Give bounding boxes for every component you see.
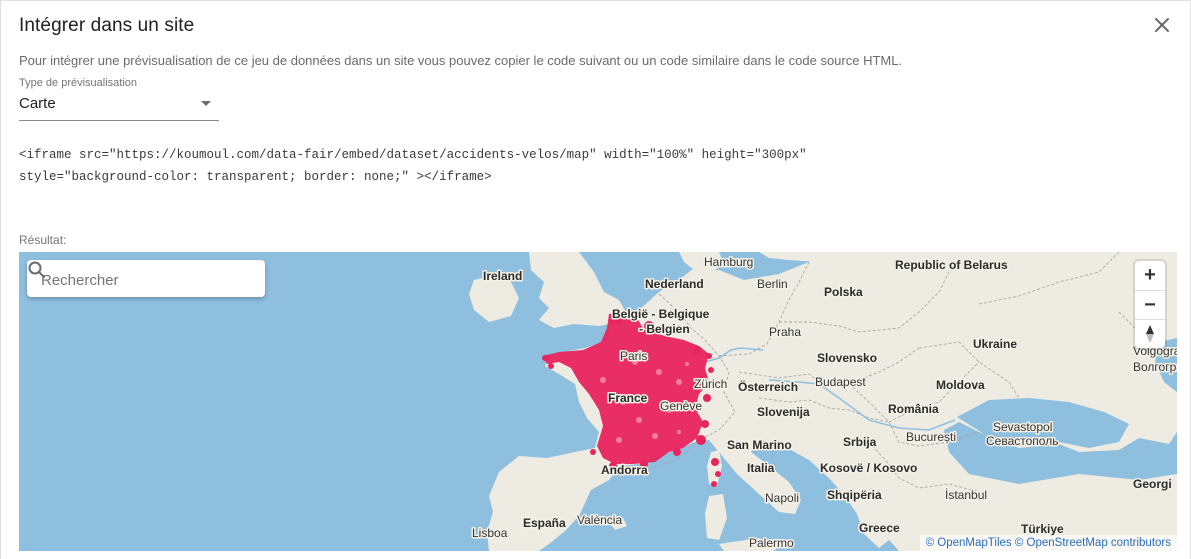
embed-dialog: Intégrer dans un site Pour intégrer une … [0, 0, 1191, 559]
label-shqiperia: Shqipëria [827, 488, 882, 502]
label-paris: Paris [620, 349, 647, 363]
label-polska: Polska [824, 285, 863, 299]
label-sevastopol-latin: Sevastopol [993, 420, 1052, 434]
label-palermo: Palermo [749, 536, 794, 550]
label-andorra: Andorra [601, 463, 648, 477]
embed-code-line: <iframe src="https://koumoul.com/data-fa… [19, 148, 807, 162]
label-bucuresti: București [906, 430, 956, 444]
map-search-input[interactable] [39, 268, 223, 292]
label-geneve: Genève [660, 399, 702, 413]
chevron-down-icon [201, 101, 211, 106]
land-corsica [707, 450, 722, 486]
label-ireland: Ireland [483, 269, 522, 283]
label-slovenija: Slovenija [757, 405, 810, 419]
label-belgien: - Belgien [639, 322, 690, 336]
label-san-marino: San Marino [727, 438, 792, 452]
compass-button[interactable] [1135, 319, 1165, 349]
label-napoli: Napoli [765, 491, 799, 505]
label-srbija: Srbija [843, 435, 877, 449]
label-turkiye: Türkiye [1021, 522, 1064, 536]
zoom-out-button[interactable]: − [1135, 290, 1165, 320]
dialog-description: Pour intégrer une prévisualisation de ce… [19, 53, 903, 68]
openstreetmap-link[interactable]: © OpenStreetMap contributors [1015, 537, 1171, 549]
close-icon [1155, 18, 1169, 32]
search-icon[interactable] [27, 260, 47, 280]
compass-icon [1146, 325, 1154, 343]
label-slovensko: Slovensko [817, 351, 877, 365]
label-georgia: Georgi [1133, 477, 1172, 491]
label-valencia: València [577, 513, 622, 527]
label-zurich: Zürich [694, 377, 727, 391]
close-button[interactable] [1151, 14, 1173, 36]
zoom-in-button[interactable]: + [1135, 261, 1165, 290]
label-osterreich: Österreich [738, 379, 798, 394]
map-search-box [27, 260, 265, 297]
dialog-title: Intégrer dans un site [19, 15, 195, 36]
label-belgie: België - Belgique [612, 307, 710, 321]
map-zoom-control: + − [1135, 261, 1165, 348]
embed-code-block: <iframe src="https://koumoul.com/data-fa… [19, 144, 1119, 188]
label-hamburg: Hamburg [704, 255, 753, 269]
embed-code-line: style="background-color: transparent; bo… [19, 170, 492, 184]
label-kosove: Kosovë / Kosovo [820, 461, 917, 475]
openmaptiles-link[interactable]: © OpenMapTiles [926, 537, 1012, 549]
map-attribution: © OpenMapTiles © OpenStreetMap contribut… [919, 535, 1177, 551]
label-belarus: Republic of Belarus [895, 258, 1008, 272]
label-moldova: Moldova [936, 378, 985, 392]
label-romania: România [888, 402, 939, 416]
preview-type-select[interactable]: Carte [19, 93, 219, 121]
label-france: France [608, 391, 648, 405]
label-budapest: Budapest [815, 375, 866, 389]
label-praha: Praha [769, 325, 801, 339]
label-sevastopol-cyrillic: Севастополь [986, 434, 1058, 448]
label-espana: España [523, 516, 566, 530]
map-preview[interactable]: Ireland Hamburg Nederland Berlin Republi… [19, 252, 1177, 551]
label-ukraine: Ukraine [973, 337, 1017, 351]
label-volgograd-cyrillic: Волгоград [1133, 360, 1177, 374]
result-label: Résultat: [19, 233, 67, 247]
label-berlin: Berlin [757, 277, 788, 291]
label-nederland: Nederland [645, 277, 704, 291]
label-italia: Italia [747, 461, 775, 475]
label-lisboa: Lisboa [472, 526, 508, 540]
preview-type-label: Type de prévisualisation [19, 77, 138, 89]
preview-type-value: Carte [19, 95, 56, 112]
land-sardinia [705, 494, 727, 540]
label-greece: Greece [859, 521, 900, 535]
label-istanbul: İstanbul [945, 488, 987, 502]
